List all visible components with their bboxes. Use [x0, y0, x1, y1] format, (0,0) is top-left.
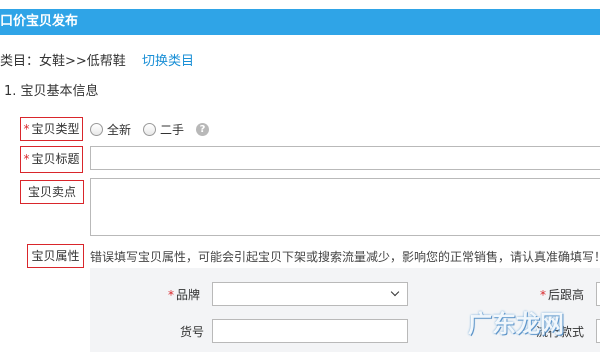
item-type-label-text: 宝贝类型 — [31, 122, 80, 136]
radio-new-label: 全新 — [107, 123, 132, 137]
required-mark: * — [540, 288, 546, 302]
selling-point-textarea[interactable] — [90, 178, 600, 236]
item-title-label-text: 宝贝标题 — [31, 152, 80, 166]
brand-label-text: 品牌 — [176, 288, 201, 302]
item-type-radio-group: 全新 二手 ? — [90, 121, 210, 138]
brand-label: * 品牌 — [168, 286, 200, 303]
item-title-input[interactable] — [90, 146, 600, 170]
category-breadcrumb: 类目：女鞋>>低帮鞋 切换类目 — [0, 50, 194, 69]
heel-height-select[interactable] — [596, 282, 600, 306]
item-title-label: * 宝贝标题 — [20, 146, 83, 173]
page-header: 口价宝贝发布 — [0, 9, 600, 35]
heel-height-label: * 后跟高 — [540, 286, 584, 303]
radio-used[interactable]: 二手 — [143, 121, 184, 138]
style-select[interactable] — [596, 319, 600, 343]
selling-point-label-text: 宝贝卖点 — [27, 185, 76, 199]
required-mark: * — [168, 288, 174, 302]
item-no-label: 货号 — [180, 325, 205, 339]
switch-category-link[interactable]: 切换类目 — [142, 54, 194, 69]
help-icon[interactable]: ? — [196, 123, 210, 136]
attributes-warning: 错误填写宝贝属性，可能会引起宝贝下架或搜索流量减少，影响您的正常销售，请认真准确… — [90, 250, 600, 264]
radio-used-label: 二手 — [160, 123, 185, 137]
attributes-label-text: 宝贝属性 — [31, 249, 80, 263]
item-no-input[interactable] — [212, 319, 408, 343]
heel-height-label-text: 后跟高 — [548, 288, 585, 302]
section-title: 1. 宝贝基本信息 — [4, 84, 99, 99]
radio-new-circle[interactable] — [90, 123, 103, 136]
attributes-label: 宝贝属性 — [27, 244, 84, 268]
selling-point-label: 宝贝卖点 — [20, 180, 84, 204]
radio-used-circle[interactable] — [143, 123, 157, 136]
required-mark: * — [23, 122, 30, 136]
category-text: 类目：女鞋>>低帮鞋 — [0, 54, 126, 69]
watermark-logo: 广东龙网 — [468, 310, 564, 338]
item-type-label: * 宝贝类型 — [20, 117, 83, 141]
required-mark: * — [23, 152, 30, 166]
brand-select[interactable] — [212, 282, 408, 306]
chevron-down-icon — [390, 287, 400, 297]
page-title: 口价宝贝发布 — [0, 14, 79, 29]
radio-new[interactable]: 全新 — [90, 121, 131, 138]
